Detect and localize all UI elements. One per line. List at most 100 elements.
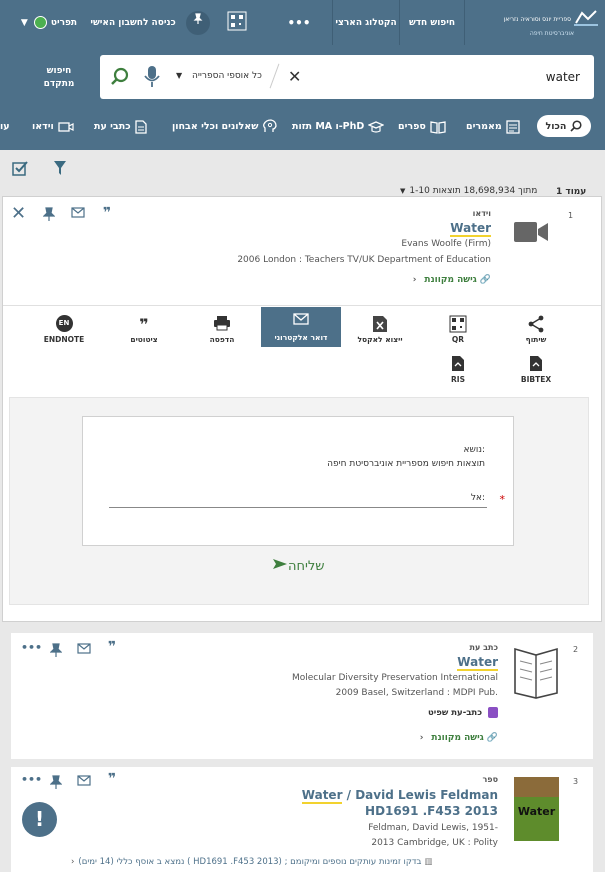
peer-reviewed-icon xyxy=(488,707,498,718)
online-access-link[interactable]: › גישה מקוונת 🔗 xyxy=(413,275,491,285)
search-box: ▼ כל אוספי הספרייה ✕ water xyxy=(100,55,594,99)
pin-icon[interactable] xyxy=(49,643,63,660)
file-icon xyxy=(497,355,575,375)
tab-more[interactable]: עו xyxy=(0,113,10,140)
qr-icon xyxy=(419,315,497,335)
pin-icon xyxy=(186,10,210,35)
tab-articles[interactable]: מאמרים xyxy=(466,113,520,140)
feedback-alert-icon[interactable]: ! xyxy=(22,802,57,837)
results-count: ▼ 1-10 מתוך 18,698,934 תוצאות xyxy=(400,186,538,196)
results-toolbar xyxy=(0,150,605,186)
print-icon xyxy=(183,315,261,335)
book-cover[interactable]: Water xyxy=(514,777,559,841)
search-icon xyxy=(570,120,583,132)
clear-icon[interactable]: ✕ xyxy=(288,67,301,86)
result-publisher: Molecular Diversity Preservation Interna… xyxy=(291,673,498,683)
chevron-right-icon: › xyxy=(71,857,75,867)
select-all-checkbox-icon[interactable] xyxy=(12,160,28,179)
required-mark: * xyxy=(499,493,506,506)
subject-value[interactable]: תוצאות חיפוש מספריית אוניברסיטת חיפה xyxy=(327,459,485,469)
quote-icon[interactable]: ❞ xyxy=(103,205,111,221)
result-card-1: 1 ✕ ❞ וידאו Water Evans Woolfe (Firm) 20… xyxy=(2,196,602,622)
resource-type: וידאו xyxy=(472,209,491,218)
email-button[interactable]: דואר אלקטרוני xyxy=(261,307,341,347)
chevron-down-icon: ▼ xyxy=(20,17,28,28)
more-button[interactable]: ••• xyxy=(284,0,314,45)
subject-label: נושא: xyxy=(463,445,486,455)
article-icon xyxy=(506,119,520,134)
graduation-cap-icon xyxy=(368,120,385,134)
mail-icon[interactable] xyxy=(77,775,91,789)
export-excel-button[interactable]: ייצוא לאקסל xyxy=(341,309,419,349)
quote-icon[interactable]: ❞ xyxy=(108,771,116,787)
menu-button[interactable]: ▼ תפריט xyxy=(14,0,84,45)
email-form: נושא: תוצאות חיפוש מספריית אוניברסיטת חי… xyxy=(82,416,514,546)
tab-theses[interactable]: תזות MA ו-PhD xyxy=(292,113,385,140)
chevron-right-icon: › xyxy=(412,275,417,285)
endnote-button[interactable]: EN ENDNOTE xyxy=(25,309,103,349)
tab-all[interactable]: הכול xyxy=(537,115,591,137)
logo-subtext: אוניברסיטת חיפה xyxy=(529,29,574,37)
advanced-search-link[interactable]: חיפוש מתקדם xyxy=(34,65,84,91)
national-catalog-link[interactable]: הקטלוג הארצי xyxy=(333,0,399,45)
cover-title: Water xyxy=(517,805,556,818)
result-index: 2 xyxy=(573,645,579,654)
email-form-panel: נושא: תוצאות חיפוש מספריית אוניברסיטת חי… xyxy=(9,397,589,605)
qr-icon xyxy=(227,11,247,34)
top-bar: ▼ תפריט כניסה לחשבון האישי ••• הקטלוג הא… xyxy=(0,0,605,45)
qr-header-button[interactable] xyxy=(222,0,252,45)
resource-tabs: הכול מאמרים ספרים תזות MA ו-PhD שאלונים … xyxy=(0,113,605,150)
pin-icon[interactable] xyxy=(42,207,56,224)
tab-video[interactable]: וידאו xyxy=(32,113,74,140)
mail-icon[interactable] xyxy=(71,207,85,221)
pin-icon[interactable] xyxy=(49,775,63,792)
share-button[interactable]: שיתוף xyxy=(497,309,575,349)
to-input[interactable] xyxy=(109,507,487,508)
citation-button[interactable]: ❞ ציטוטים xyxy=(105,309,183,349)
search-input[interactable]: water xyxy=(546,70,580,84)
result-title-link[interactable]: Water / David Lewis Feldman xyxy=(301,788,498,804)
search-icon[interactable] xyxy=(110,67,130,90)
tab-journals[interactable]: כתבי עת xyxy=(94,113,147,140)
more-options-icon[interactable]: ••• xyxy=(21,641,42,654)
online-access-link[interactable]: › גישה מקוונת 🔗 xyxy=(420,733,498,743)
print-button[interactable]: הדפסה xyxy=(183,309,261,349)
menu-label: תפריט xyxy=(50,17,78,28)
pin-button[interactable] xyxy=(184,0,212,45)
divider xyxy=(464,0,465,45)
login-link[interactable]: כניסה לחשבון האישי xyxy=(88,0,178,45)
result-publisher: 2013 Cambridge, UK : Polity xyxy=(371,838,498,848)
result-author: Evans Woolfe (Firm) xyxy=(401,239,491,249)
to-label: אל: xyxy=(470,493,485,503)
chevron-right-icon: › xyxy=(419,733,424,743)
library-logo[interactable]: ספריית יונס וסוראיה נזריאן אוניברסיטת חי… xyxy=(470,0,598,45)
mail-icon[interactable] xyxy=(77,643,91,657)
book-icon xyxy=(430,120,446,134)
result-title-link[interactable]: Water xyxy=(457,655,498,671)
scope-select[interactable]: כל אוספי הספרייה xyxy=(192,71,262,81)
bibtex-button[interactable]: BIBTEX xyxy=(497,349,575,389)
qr-button[interactable]: QR xyxy=(419,309,497,349)
close-icon[interactable]: ✕ xyxy=(11,203,26,224)
result-card-3: 3 Water ••• ❞ ספר Water / David Lewis Fe… xyxy=(11,767,593,872)
ris-button[interactable]: RIS xyxy=(419,349,497,389)
tab-questionnaires[interactable]: שאלונים וכלי אבחון xyxy=(172,113,278,140)
endnote-icon: EN xyxy=(25,315,103,335)
send-button[interactable]: שליחה xyxy=(272,558,325,574)
result-title-link[interactable]: Water xyxy=(450,221,491,237)
filter-icon[interactable] xyxy=(53,160,67,179)
more-options-icon[interactable]: ••• xyxy=(21,773,42,786)
mail-icon xyxy=(261,313,341,333)
divider xyxy=(3,305,601,306)
result-publisher: 2006 London : Teachers TV/UK Department … xyxy=(237,255,491,265)
quote-icon[interactable]: ❞ xyxy=(108,639,116,655)
sort-chevron-icon[interactable]: ▼ xyxy=(400,187,405,195)
microphone-icon[interactable] xyxy=(144,65,160,92)
tab-books[interactable]: ספרים xyxy=(398,113,446,140)
availability-line[interactable]: › נמצא ב אוסף כללי (14 ימים) ( HD1691 .F4… xyxy=(71,857,513,867)
logo-icon xyxy=(574,9,598,30)
book-location-icon: ▥ xyxy=(424,857,433,867)
journal-icon xyxy=(134,119,147,134)
new-search-link[interactable]: חיפוש חדש xyxy=(400,0,464,45)
chevron-down-icon[interactable]: ▼ xyxy=(176,71,182,80)
